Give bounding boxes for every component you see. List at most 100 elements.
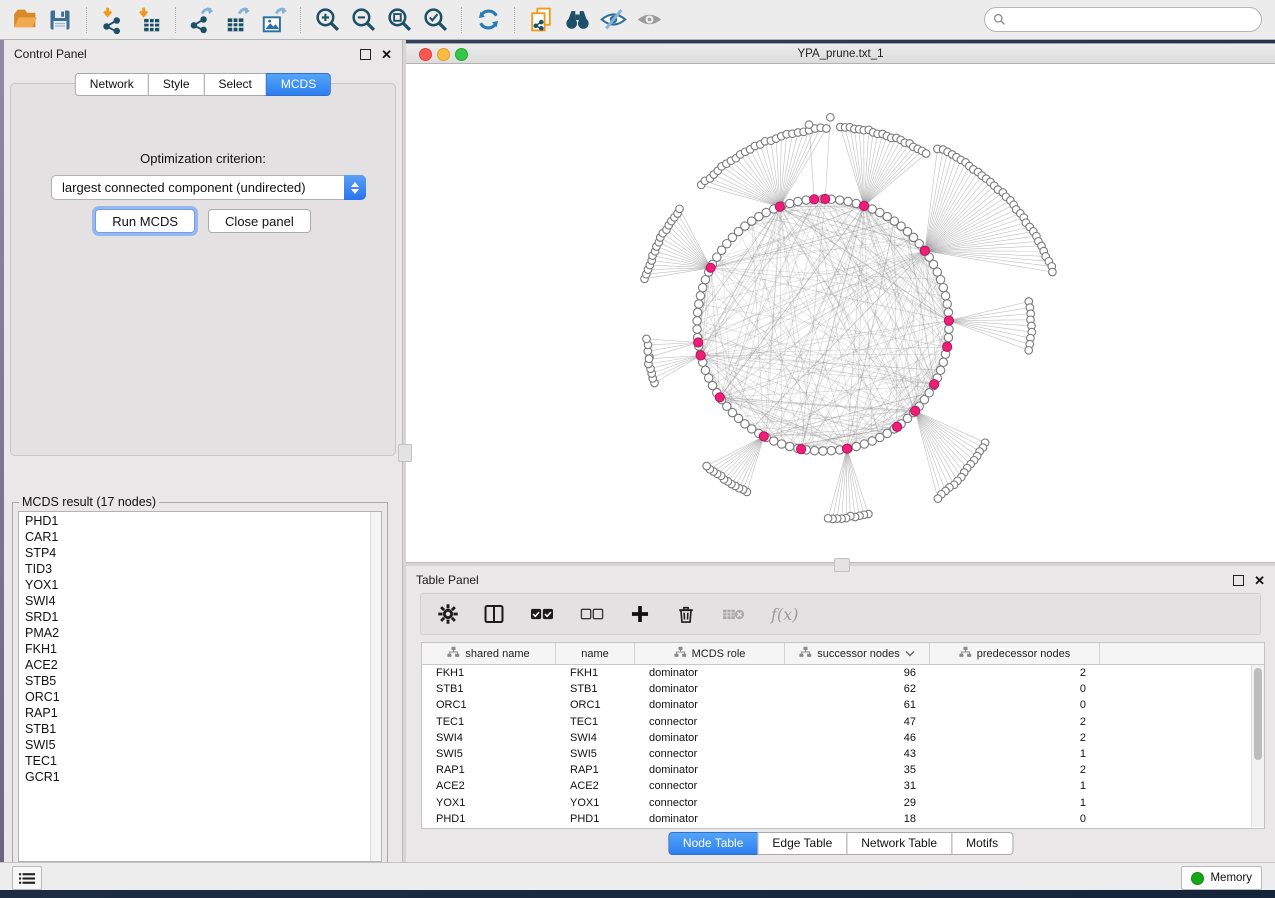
cell-name[interactable]: PHD1 <box>556 813 635 825</box>
network-window-titlebar[interactable]: YPA_prune.txt_1 <box>406 44 1275 64</box>
graph-hub-node[interactable] <box>797 445 806 454</box>
close-panel-icon[interactable]: ✕ <box>1254 576 1265 585</box>
graph-edge[interactable] <box>854 129 864 206</box>
graph-node[interactable] <box>939 284 947 292</box>
graph-hub-node[interactable] <box>911 406 920 415</box>
graph-hub-node[interactable] <box>920 246 929 255</box>
graph-leaf-node[interactable] <box>1049 268 1057 276</box>
add-column-icon[interactable] <box>629 603 651 625</box>
tab-mcds[interactable]: MCDS <box>266 73 331 96</box>
mcds-result-item[interactable]: RAP1 <box>19 705 371 721</box>
graph-leaf-node[interactable] <box>645 355 653 363</box>
mcds-result-item[interactable]: TEC1 <box>19 753 371 769</box>
cell-successor_nodes[interactable]: 35 <box>785 764 930 776</box>
mcds-result-item[interactable]: SWI4 <box>19 593 371 609</box>
deselect-all-icon[interactable] <box>579 603 605 625</box>
cell-predecessor_nodes[interactable]: 2 <box>930 667 1100 679</box>
graph-hub-node[interactable] <box>943 342 952 351</box>
graph-node[interactable] <box>802 196 810 204</box>
graph-edge[interactable] <box>724 436 764 479</box>
cell-successor_nodes[interactable]: 62 <box>785 683 930 695</box>
table-scrollbar-thumb[interactable] <box>1254 668 1262 760</box>
zoom-fit-icon[interactable] <box>384 5 414 35</box>
table-row[interactable]: SWI5SWI5connector431 <box>422 746 1264 762</box>
search-field[interactable] <box>1011 12 1261 28</box>
tab-node-table[interactable]: Node Table <box>668 832 759 855</box>
cell-shared_name[interactable]: RAP1 <box>422 764 556 776</box>
graph-edge[interactable] <box>698 338 935 385</box>
graph-edge[interactable] <box>755 146 780 207</box>
mcds-result-item[interactable]: SWI5 <box>19 737 371 753</box>
table-row[interactable]: ACE2ACE2connector311 <box>422 778 1264 794</box>
graph-edge[interactable] <box>655 356 701 384</box>
graph-edge[interactable] <box>949 308 1030 321</box>
cell-successor_nodes[interactable]: 18 <box>785 813 930 825</box>
mcds-result-item[interactable]: PMA2 <box>19 625 371 641</box>
export-network-icon[interactable] <box>187 5 217 35</box>
graph-edge[interactable] <box>648 356 700 365</box>
graph-edge[interactable] <box>845 127 864 206</box>
cell-name[interactable]: YOX1 <box>556 797 635 809</box>
cell-mcds_role[interactable]: dominator <box>635 764 785 776</box>
column-header-name[interactable]: name <box>556 643 635 664</box>
float-panel-icon[interactable] <box>360 49 371 60</box>
tab-network-table[interactable]: Network Table <box>846 832 952 855</box>
graph-node[interactable] <box>836 196 844 204</box>
cell-shared_name[interactable]: ACE2 <box>422 780 556 792</box>
tab-edge-table[interactable]: Edge Table <box>757 832 847 855</box>
graph-node[interactable] <box>693 325 701 333</box>
cell-mcds_role[interactable]: connector <box>635 797 785 809</box>
table-row[interactable]: SWI4SWI4dominator462 <box>422 730 1264 746</box>
graph-leaf-node[interactable] <box>823 125 831 133</box>
graph-edge[interactable] <box>915 411 983 448</box>
cell-shared_name[interactable]: ORC1 <box>422 699 556 711</box>
cell-predecessor_nodes[interactable]: 0 <box>930 813 1100 825</box>
window-zoom-light[interactable] <box>455 48 468 61</box>
mcds-result-item[interactable]: ACE2 <box>19 657 371 673</box>
mcds-result-item[interactable]: STB5 <box>19 673 371 689</box>
graph-edge[interactable] <box>833 449 847 519</box>
column-header-predecessor-nodes[interactable]: predecessor nodes <box>930 643 1100 664</box>
cell-mcds_role[interactable]: dominator <box>635 813 785 825</box>
graph-hub-node[interactable] <box>775 202 784 211</box>
cell-predecessor_nodes[interactable]: 2 <box>930 716 1100 728</box>
cell-mcds_role[interactable]: connector <box>635 780 785 792</box>
open-file-icon[interactable] <box>9 5 39 35</box>
mcds-result-item[interactable]: FKH1 <box>19 641 371 657</box>
cell-shared_name[interactable]: TEC1 <box>422 716 556 728</box>
mcds-result-listbox[interactable]: PHD1CAR1STP4TID3YOX1SWI4SRD1PMA2FKH1ACE2… <box>18 511 382 862</box>
graph-node[interactable] <box>810 447 818 455</box>
graph-node[interactable] <box>852 442 860 450</box>
table-row[interactable]: TEC1TEC1connector472 <box>422 714 1264 730</box>
graph-edge[interactable] <box>798 202 915 411</box>
table-row[interactable]: STB1STB1dominator620 <box>422 681 1264 697</box>
graph-edge[interactable] <box>864 138 896 206</box>
graph-edge[interactable] <box>780 129 815 207</box>
graph-node[interactable] <box>868 437 876 445</box>
table-scrollbar[interactable] <box>1251 665 1264 827</box>
graph-edge[interactable] <box>949 320 1031 321</box>
mcds-result-item[interactable]: CAR1 <box>19 529 371 545</box>
graph-leaf-node[interactable] <box>676 205 684 213</box>
graph-node[interactable] <box>693 317 701 325</box>
graph-hub-node[interactable] <box>944 316 953 325</box>
cell-mcds_role[interactable]: dominator <box>635 667 785 679</box>
table-row[interactable]: FKH1FKH1dominator962 <box>422 665 1264 681</box>
horizontal-splitter-grip[interactable] <box>834 558 850 572</box>
graph-node[interactable] <box>844 197 852 205</box>
cell-mcds_role[interactable]: dominator <box>635 699 785 711</box>
export-table-icon[interactable] <box>223 5 253 35</box>
tab-network[interactable]: Network <box>75 73 149 96</box>
cell-shared_name[interactable]: PHD1 <box>422 813 556 825</box>
graph-edge[interactable] <box>651 356 701 369</box>
column-header-shared-name[interactable]: shared name <box>422 643 556 664</box>
graph-edge[interactable] <box>721 436 764 476</box>
tab-select[interactable]: Select <box>204 73 267 96</box>
graph-leaf-node[interactable] <box>643 335 651 343</box>
show-panels-button[interactable] <box>12 866 42 890</box>
mcds-result-item[interactable]: STB1 <box>19 721 371 737</box>
graph-edge[interactable] <box>847 449 855 517</box>
show-graphics-details-icon[interactable] <box>634 5 664 35</box>
select-all-icon[interactable] <box>529 603 555 625</box>
graph-leaf-node[interactable] <box>827 114 835 122</box>
